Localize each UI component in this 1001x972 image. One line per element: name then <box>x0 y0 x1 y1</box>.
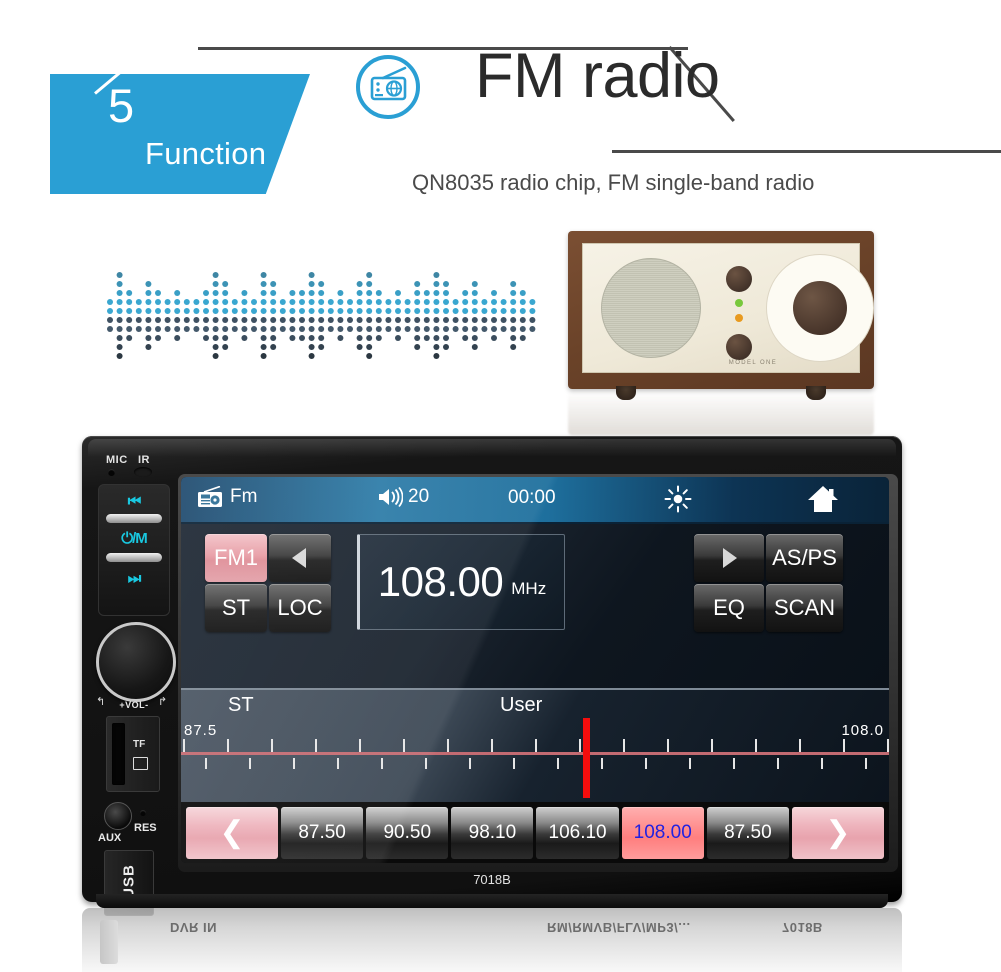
preset-button-4[interactable]: 106.10 <box>536 806 619 859</box>
radio-volume-knob <box>726 266 752 292</box>
scale-baseline <box>181 752 889 755</box>
illustration-area: MODEL ONE <box>0 215 1001 435</box>
device-base <box>96 894 888 908</box>
tuning-cursor[interactable] <box>583 718 590 798</box>
page-header: 5 Function FM radio QN8035 radio chip, F… <box>0 0 1001 215</box>
radio-led-orange <box>735 314 743 322</box>
radio-speaker <box>601 258 701 358</box>
header-rule-bottom <box>612 150 1001 153</box>
radio-model-text: MODEL ONE <box>728 360 778 366</box>
speaker-icon <box>379 486 403 508</box>
volume-indicator[interactable]: 20 <box>377 486 429 508</box>
tf-card-slot[interactable]: TF <box>106 716 160 792</box>
scale-min-label: 87.5 <box>184 722 218 739</box>
source-indicator[interactable]: Fm <box>197 486 257 508</box>
reflection-left-text: DVR IN <box>170 920 218 935</box>
page-subtitle: QN8035 radio chip, FM single-band radio <box>412 170 815 195</box>
preset-prev-button[interactable]: ❮ <box>186 806 279 859</box>
preset-bar: ❮ 87.50 90.50 98.10 106.10 108.00 87.50 ❯ <box>181 802 889 863</box>
device-reflection: DVR IN RM/RMVB/FLV/MP3/... 7018B <box>82 908 902 972</box>
clock: 00:00 <box>508 487 556 508</box>
radio-tuning-dial <box>766 254 874 362</box>
eq-button[interactable]: EQ <box>694 584 764 632</box>
preset-button-2[interactable]: 90.50 <box>366 806 449 859</box>
stereo-button[interactable]: ST <box>205 584 267 632</box>
scan-button[interactable]: SCAN <box>766 584 843 632</box>
local-button[interactable]: LOC <box>269 584 331 632</box>
device-top-sheen <box>88 439 896 457</box>
tuning-scale[interactable]: ST User 87.5 108.0 <box>181 688 889 804</box>
reset-label: RES <box>134 822 157 834</box>
radio-front-panel: MODEL ONE <box>582 243 874 373</box>
dot-waveform-icon <box>107 272 536 359</box>
function-badge-label: Function <box>145 136 267 171</box>
aux-label: AUX <box>98 832 122 844</box>
frequency-value: 108.00 <box>377 558 504 605</box>
prev-track-button[interactable]: ⏮ <box>105 493 163 510</box>
home-button[interactable] <box>807 484 839 514</box>
button-bar-lower[interactable] <box>106 553 162 562</box>
radio-control-area: FM1 ST LOC 108.00 MHz AS/PS EQ SCAN <box>181 524 889 688</box>
reflection-slot <box>100 920 118 964</box>
brightness-button[interactable] <box>664 485 692 513</box>
radio-tuning-knob <box>793 281 847 335</box>
page-title: FM radio <box>475 41 720 111</box>
as-ps-button[interactable]: AS/PS <box>766 534 843 582</box>
ir-label: IR <box>138 454 150 466</box>
frequency-unit: MHz <box>511 579 547 598</box>
band-button[interactable]: FM1 <box>205 534 267 582</box>
function-badge: 5 Function <box>50 74 310 194</box>
sd-card-icon <box>133 757 148 770</box>
mic-label: MIC <box>106 454 128 466</box>
radio-circle-icon <box>353 52 423 122</box>
car-stereo-device: MIC IR ⏮ ⏻/M ⏭ ↰ ↱ +VOL- TF AUX RES USB <box>82 436 902 916</box>
reset-hole[interactable] <box>140 810 146 816</box>
triangle-left-icon <box>292 548 306 568</box>
source-label: Fm <box>230 486 258 507</box>
retro-radio-image: MODEL ONE <box>568 231 874 400</box>
status-bar: Fm 20 00:00 <box>181 477 889 524</box>
preset-button-3[interactable]: 98.10 <box>451 806 534 859</box>
model-number: 7018B <box>473 872 511 887</box>
ir-receiver <box>134 467 152 477</box>
tf-slot-opening <box>112 723 125 785</box>
tune-up-button[interactable] <box>694 534 764 582</box>
function-badge-number: 5 <box>108 79 135 132</box>
mic-hole <box>108 469 115 476</box>
preset-button-1[interactable]: 87.50 <box>281 806 364 859</box>
radio-reflection <box>568 391 874 435</box>
reflection-surface <box>82 908 902 972</box>
hardware-button-column: ⏮ ⏻/M ⏭ <box>98 484 170 616</box>
preset-button-5[interactable]: 108.00 <box>621 806 704 859</box>
radio-icon <box>198 486 222 507</box>
reflection-right-text2: 7018B <box>782 920 823 935</box>
aux-jack[interactable] <box>104 802 132 830</box>
radio-led-green <box>735 299 743 307</box>
button-bar-upper[interactable] <box>106 514 162 523</box>
scale-max-label: 108.0 <box>841 722 884 739</box>
radio-band-knob <box>726 334 752 360</box>
triangle-right-icon <box>723 548 737 568</box>
next-track-button[interactable]: ⏭ <box>105 570 163 587</box>
preset-button-6[interactable]: 87.50 <box>706 806 789 859</box>
frequency-display: 108.00 MHz <box>357 534 565 630</box>
volume-knob[interactable] <box>96 622 176 702</box>
power-mode-button[interactable]: ⏻/M <box>105 530 163 547</box>
touchscreen[interactable]: Fm 20 00:00 FM1 ST LOC 108.00 MHz AS/PS … <box>181 477 889 863</box>
tf-label: TF <box>133 739 146 750</box>
stereo-indicator: ST <box>228 694 254 716</box>
reflection-right-text: RM/RMVB/FLV/MP3/... <box>547 920 691 935</box>
volume-label: +VOL- <box>119 700 149 710</box>
preset-next-button[interactable]: ❯ <box>791 806 884 859</box>
home-icon <box>808 486 838 512</box>
badge-slash-decoration <box>94 74 211 95</box>
tune-down-button[interactable] <box>269 534 331 582</box>
user-band-label: User <box>500 694 543 716</box>
volume-value: 20 <box>408 486 430 507</box>
brightness-sun-icon <box>664 485 692 513</box>
